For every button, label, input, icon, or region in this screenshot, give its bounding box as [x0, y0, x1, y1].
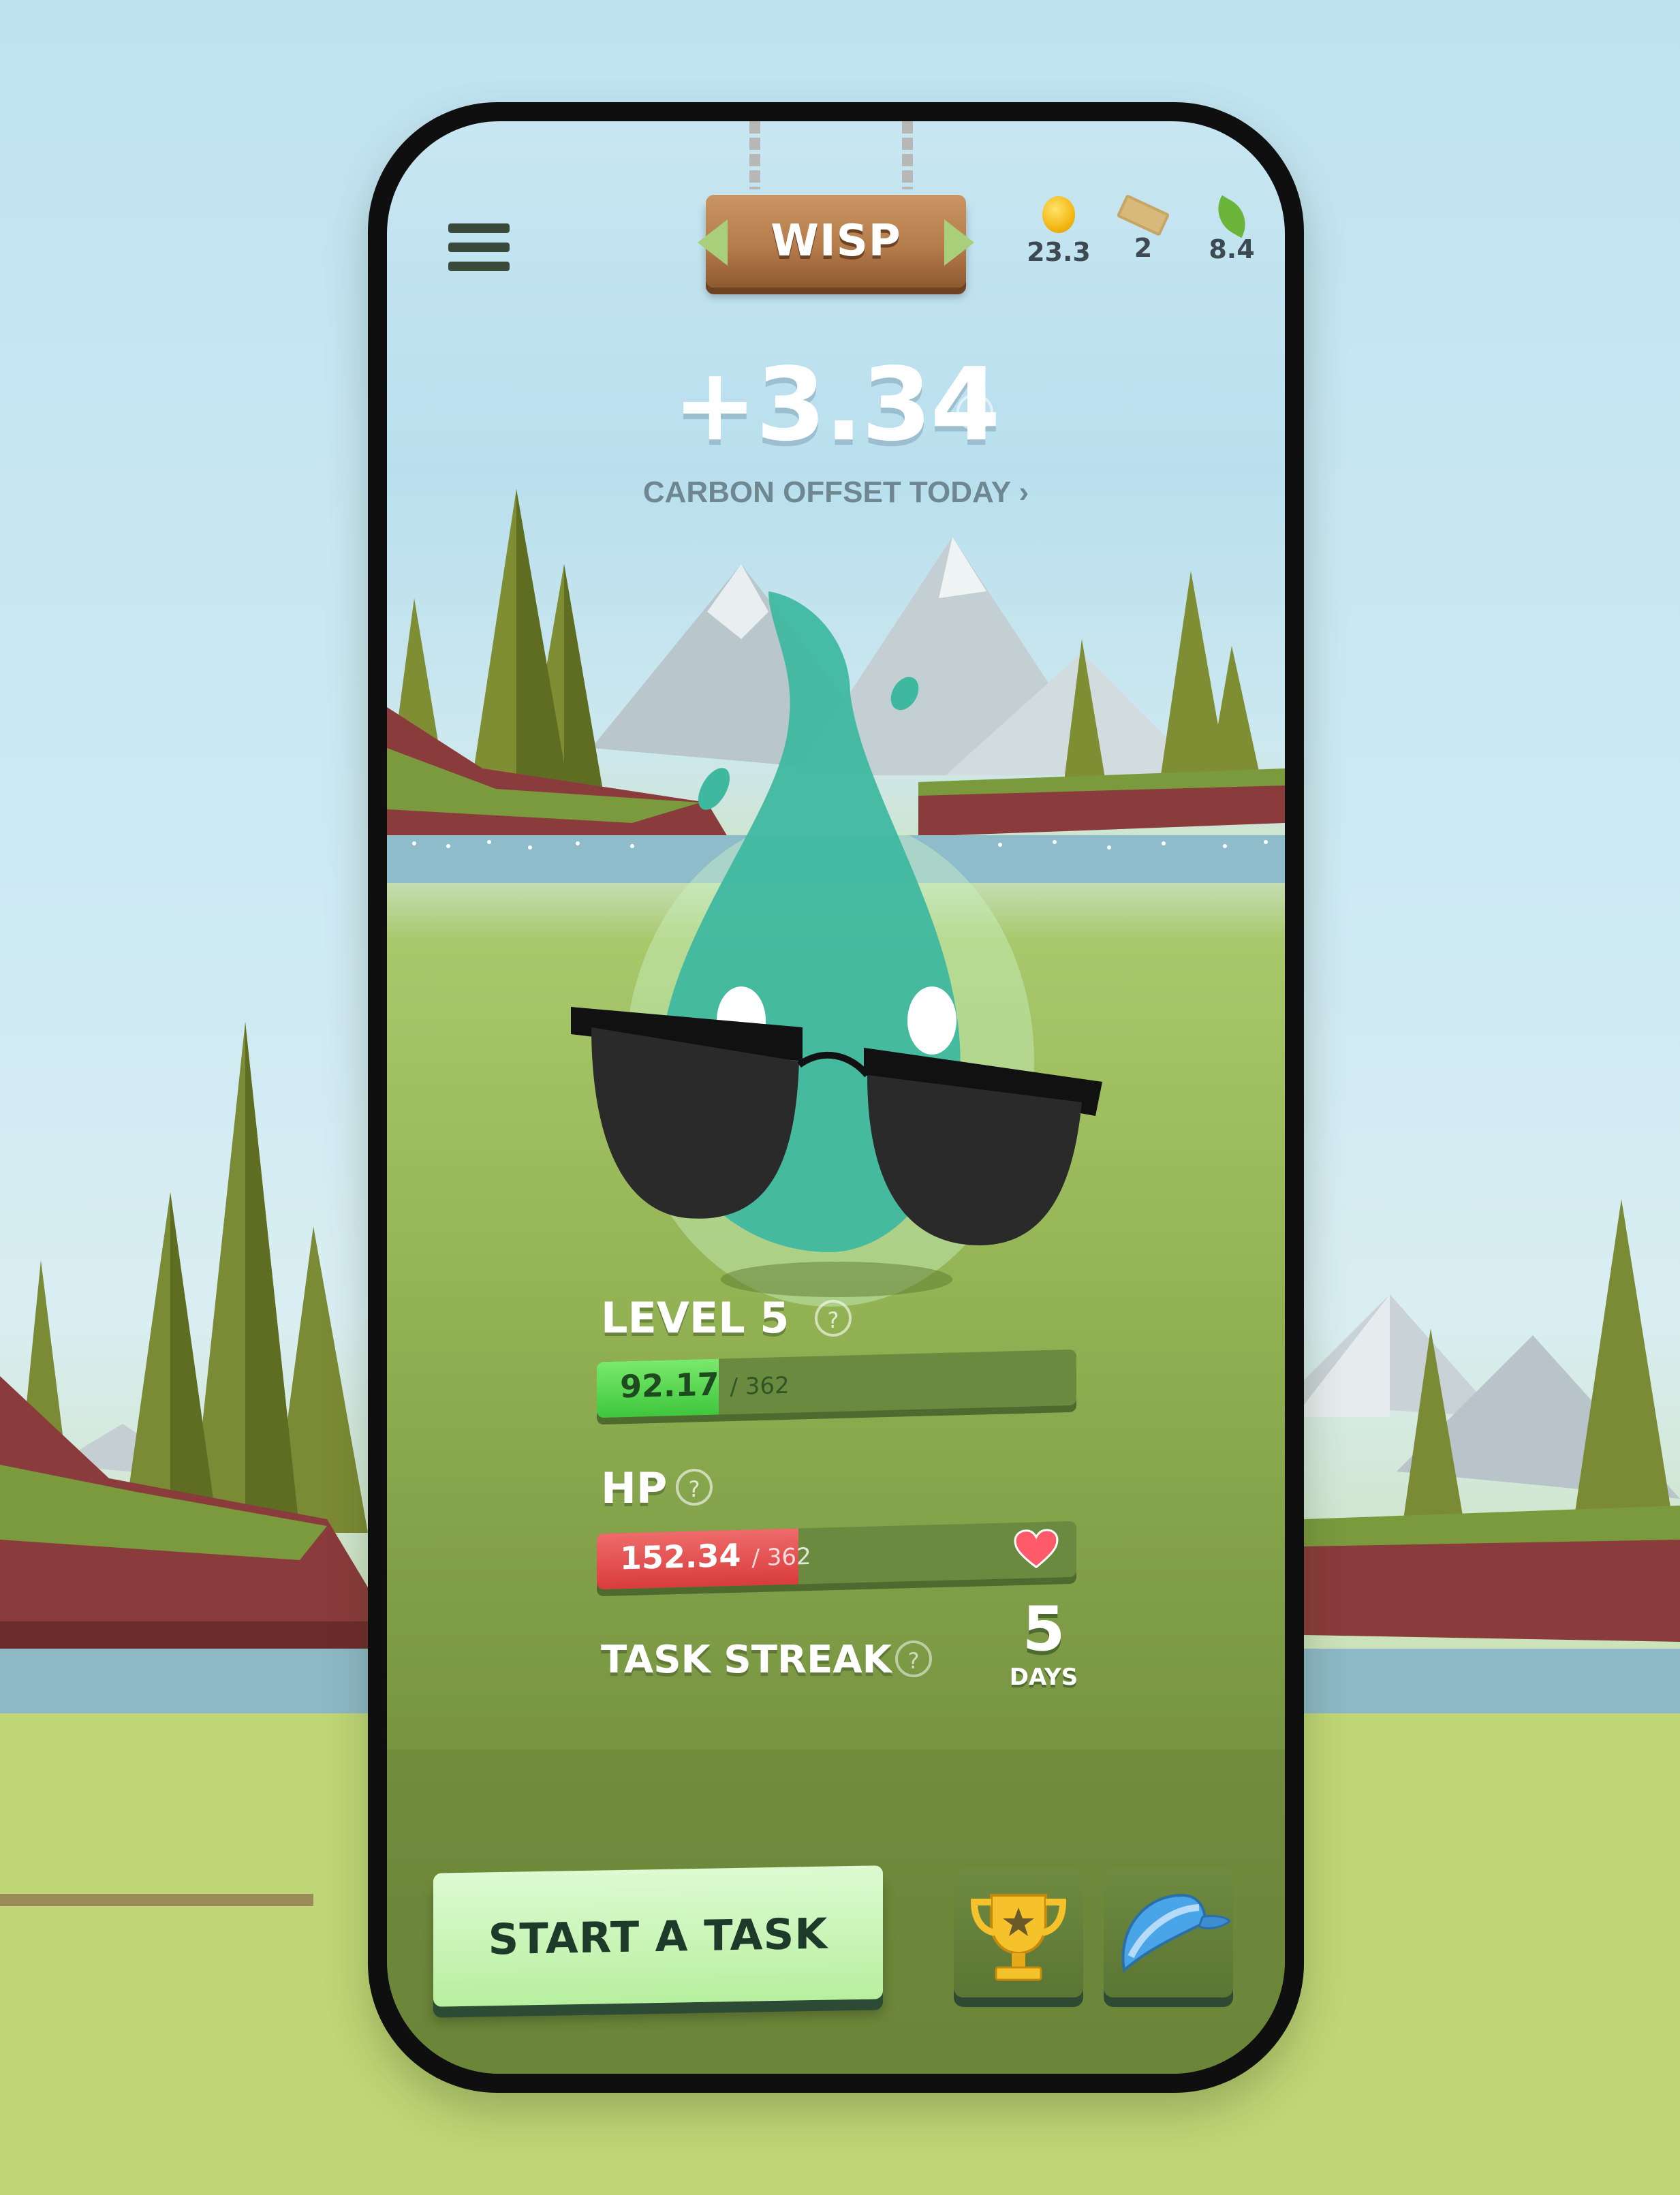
previous-pet-arrow-icon[interactable]	[698, 219, 728, 266]
trophy-icon	[970, 1894, 1067, 1981]
leaf-stat: 8.4	[1191, 195, 1273, 264]
hp-label: HP	[601, 1463, 668, 1513]
hamburger-icon	[448, 223, 510, 233]
customize-cap-button[interactable]	[1104, 1868, 1233, 1997]
streak-count: 5	[1022, 1593, 1065, 1665]
offset-help-icon[interactable]: ?	[956, 394, 993, 431]
sign-chain-left	[749, 121, 760, 189]
phone-frame: WISP 23.3 2 8.4 +3.34 ? CARBON OFFSET TO…	[368, 102, 1304, 2093]
carbon-offset-value: +3.34	[672, 346, 1000, 463]
start-task-label: START A TASK	[488, 1908, 828, 1964]
ticket-value: 2	[1134, 233, 1153, 263]
app-screen: WISP 23.3 2 8.4 +3.34 ? CARBON OFFSET TO…	[387, 121, 1285, 2074]
level-label: LEVEL 5	[601, 1293, 790, 1343]
level-help-icon[interactable]: ?	[815, 1300, 852, 1337]
streak-help-icon[interactable]: ?	[895, 1640, 932, 1677]
sign-chain-right	[902, 121, 913, 189]
leaf-value: 8.4	[1209, 234, 1255, 264]
task-streak-label: TASK STREAK	[601, 1638, 892, 1682]
next-pet-arrow-icon[interactable]	[944, 219, 974, 266]
coin-stat: 23.3	[1018, 196, 1100, 267]
menu-button[interactable]	[448, 223, 510, 278]
heart-icon	[1014, 1529, 1059, 1569]
level-max-value: / 362	[730, 1371, 790, 1401]
level-current-value: 92.17	[620, 1365, 719, 1405]
hp-help-icon[interactable]: ?	[676, 1469, 713, 1506]
carbon-offset-label: CARBON OFFSET TODAY	[642, 476, 1011, 509]
carbon-offset-link[interactable]: CARBON OFFSET TODAY ›	[387, 476, 1285, 510]
streak-unit: DAYS	[1009, 1664, 1078, 1691]
pet-name: WISP	[771, 216, 901, 266]
ticket-stat: 2	[1102, 193, 1184, 263]
hp-current-value: 152.34	[620, 1536, 741, 1577]
trophy-button[interactable]	[954, 1868, 1083, 1997]
start-task-button[interactable]: START A TASK	[433, 1865, 883, 2007]
pet-name-sign: WISP	[698, 195, 974, 287]
leaf-icon	[1208, 195, 1256, 238]
coin-icon	[1042, 196, 1075, 233]
chevron-right-icon: ›	[1018, 476, 1029, 509]
ticket-icon	[1116, 193, 1170, 237]
hp-max-value: / 362	[751, 1542, 811, 1572]
cap-icon	[1121, 1893, 1232, 1973]
coin-value: 23.3	[1027, 237, 1091, 267]
streak-badge: 5 DAYS	[996, 1595, 1091, 1704]
